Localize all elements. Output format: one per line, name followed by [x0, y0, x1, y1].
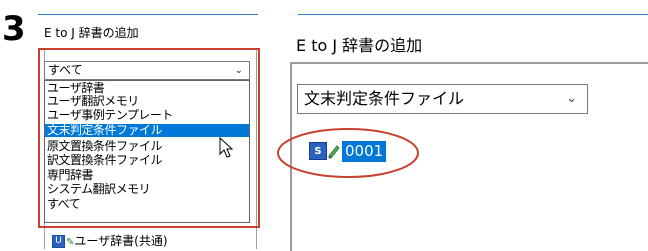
- chevron-down-icon[interactable]: ⌄: [566, 85, 577, 113]
- step-number: 3: [2, 9, 26, 49]
- callout-highlight-ellipse: [277, 128, 419, 178]
- user-dictionary-icon: U: [52, 235, 65, 248]
- left-dialog-title: E to J 辞書の追加: [44, 26, 139, 40]
- tree-item-label: ユーザ辞書(共通): [74, 234, 168, 248]
- left-accent-line: [38, 14, 258, 15]
- tree-item-user-dictionary-common[interactable]: U ✎ユーザ辞書(共通): [52, 232, 168, 249]
- callout-highlight-rectangle: [38, 48, 260, 228]
- right-accent-line: [298, 14, 648, 15]
- dictionary-type-select-value: 文末判定条件ファイル: [304, 89, 465, 108]
- right-dialog-title: E to J 辞書の追加: [296, 36, 423, 55]
- dictionary-type-select-zoomed[interactable]: 文末判定条件ファイル ⌄: [297, 84, 588, 114]
